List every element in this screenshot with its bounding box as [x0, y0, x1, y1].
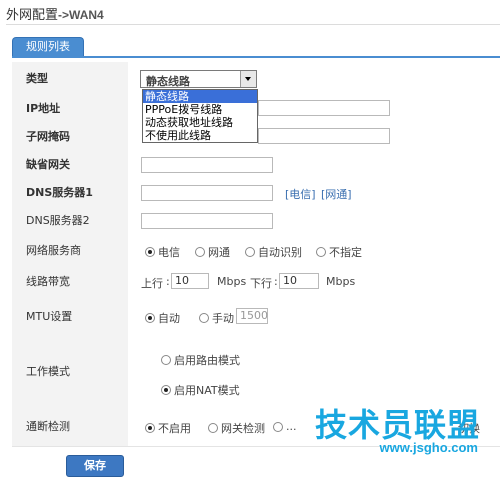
- dropdown-option-disabled[interactable]: 不使用此线路: [143, 129, 257, 142]
- radio-selected-icon: [161, 385, 171, 395]
- isp-radio-none[interactable]: 不指定: [316, 244, 362, 260]
- gateway-input[interactable]: [141, 157, 273, 173]
- title-divider: [6, 24, 500, 25]
- row-isp: 网络服务商 电信 网通 自动识别 不指定: [12, 234, 500, 267]
- mode-option-label: 启用NAT模式: [174, 384, 240, 397]
- isp-option-label: 电信: [158, 246, 180, 259]
- mask-label: 子网掩码: [12, 122, 128, 150]
- detect-option-label: 不启用: [158, 422, 191, 435]
- detect-label: 通断检测: [12, 406, 128, 446]
- chevron-down-icon[interactable]: [240, 71, 256, 87]
- isp-radio-auto[interactable]: 自动识别: [245, 244, 302, 260]
- title-text: 外网配置: [6, 8, 59, 23]
- radio-icon: [161, 355, 171, 365]
- tab-underline: [12, 56, 500, 58]
- upload-label: 上行: [141, 277, 163, 290]
- isp-radio-netcom[interactable]: 网通: [195, 244, 230, 260]
- radio-selected-icon: [145, 247, 155, 257]
- row-bandwidth: 线路带宽 上行 : 10 Mbps 下行 : 10 Mbps: [12, 266, 500, 297]
- title-subtitle: WAN4: [69, 8, 104, 22]
- type-label: 类型: [12, 62, 128, 94]
- radio-icon: [316, 247, 326, 257]
- dns-link-telecom[interactable]: [电信]: [285, 186, 316, 202]
- ip-input[interactable]: [258, 100, 390, 116]
- row-dns1: DNS服务器1 [电信] [网通]: [12, 178, 500, 207]
- radio-icon: [245, 247, 255, 257]
- mode-radio-route[interactable]: 启用路由模式: [161, 352, 240, 368]
- upload-unit: Mbps: [217, 275, 247, 288]
- dropdown-option-static[interactable]: 静态线路: [143, 90, 257, 103]
- detect-radio-other[interactable]: ...: [273, 420, 297, 433]
- upload-colon: :: [166, 275, 170, 288]
- radio-icon: [208, 423, 218, 433]
- tab-rule-list[interactable]: 规则列表: [12, 37, 84, 56]
- bandwidth-label: 线路带宽: [12, 266, 128, 296]
- type-select[interactable]: 静态线路: [140, 70, 257, 88]
- mask-input[interactable]: [258, 128, 390, 144]
- ip-label: IP地址: [12, 94, 128, 122]
- row-gateway: 缺省网关: [12, 150, 500, 179]
- download-input[interactable]: 10: [279, 273, 319, 289]
- download-label: 下行: [250, 277, 272, 290]
- mtu-manual-label: 手动: [212, 312, 234, 325]
- radio-icon: [199, 313, 209, 323]
- isp-option-label: 网通: [208, 246, 230, 259]
- save-button[interactable]: 保存: [66, 455, 124, 477]
- dns-link-netcom[interactable]: [网通]: [321, 186, 352, 202]
- mtu-auto-label: 自动: [158, 312, 180, 325]
- row-mode: 工作模式 启用路由模式 启用NAT模式: [12, 336, 500, 407]
- isp-radio-telecom[interactable]: 电信: [145, 244, 180, 260]
- download-unit: Mbps: [326, 275, 356, 288]
- dns1-input[interactable]: [141, 185, 273, 201]
- detect-option-label: ...: [286, 420, 297, 433]
- dns2-label: DNS服务器2: [12, 206, 128, 234]
- mtu-label: MTU设置: [12, 296, 128, 336]
- detect-radio-gateway[interactable]: 网关检测: [208, 420, 265, 436]
- upload-input[interactable]: 10: [171, 273, 209, 289]
- radio-icon: [273, 421, 283, 432]
- download-colon: :: [274, 275, 278, 288]
- detect-option-label: 网关检测: [221, 422, 265, 435]
- isp-label: 网络服务商: [12, 234, 128, 266]
- mode-option-label: 启用路由模式: [174, 354, 240, 367]
- mode-radio-nat[interactable]: 启用NAT模式: [161, 382, 240, 398]
- row-mtu: MTU设置 自动 手动 1500: [12, 296, 500, 337]
- gateway-label: 缺省网关: [12, 150, 128, 178]
- mtu-input[interactable]: 1500: [236, 308, 268, 324]
- type-select-value: 静态线路: [146, 75, 190, 88]
- dropdown-option-pppoe[interactable]: PPPoE拨号线路: [143, 103, 257, 116]
- isp-option-label: 不指定: [329, 246, 362, 259]
- watermark-url: www.jsgho.com: [379, 440, 478, 455]
- dns2-input[interactable]: [141, 213, 273, 229]
- row-dns2: DNS服务器2: [12, 206, 500, 235]
- detect-radio-off[interactable]: 不启用: [145, 420, 191, 436]
- isp-option-label: 自动识别: [258, 246, 302, 259]
- mtu-radio-auto[interactable]: 自动: [145, 310, 180, 326]
- radio-icon: [195, 247, 205, 257]
- radio-selected-icon: [145, 313, 155, 323]
- dropdown-option-dhcp[interactable]: 动态获取地址线路: [143, 116, 257, 129]
- type-dropdown-list: 静态线路 PPPoE拨号线路 动态获取地址线路 不使用此线路: [142, 89, 258, 143]
- title-separator: ->: [58, 8, 70, 22]
- page-title: 外网配置->WAN4: [6, 4, 104, 23]
- mode-label: 工作模式: [12, 336, 128, 406]
- dns1-label: DNS服务器1: [12, 178, 128, 206]
- mtu-radio-manual[interactable]: 手动: [199, 310, 234, 326]
- radio-selected-icon: [145, 423, 155, 433]
